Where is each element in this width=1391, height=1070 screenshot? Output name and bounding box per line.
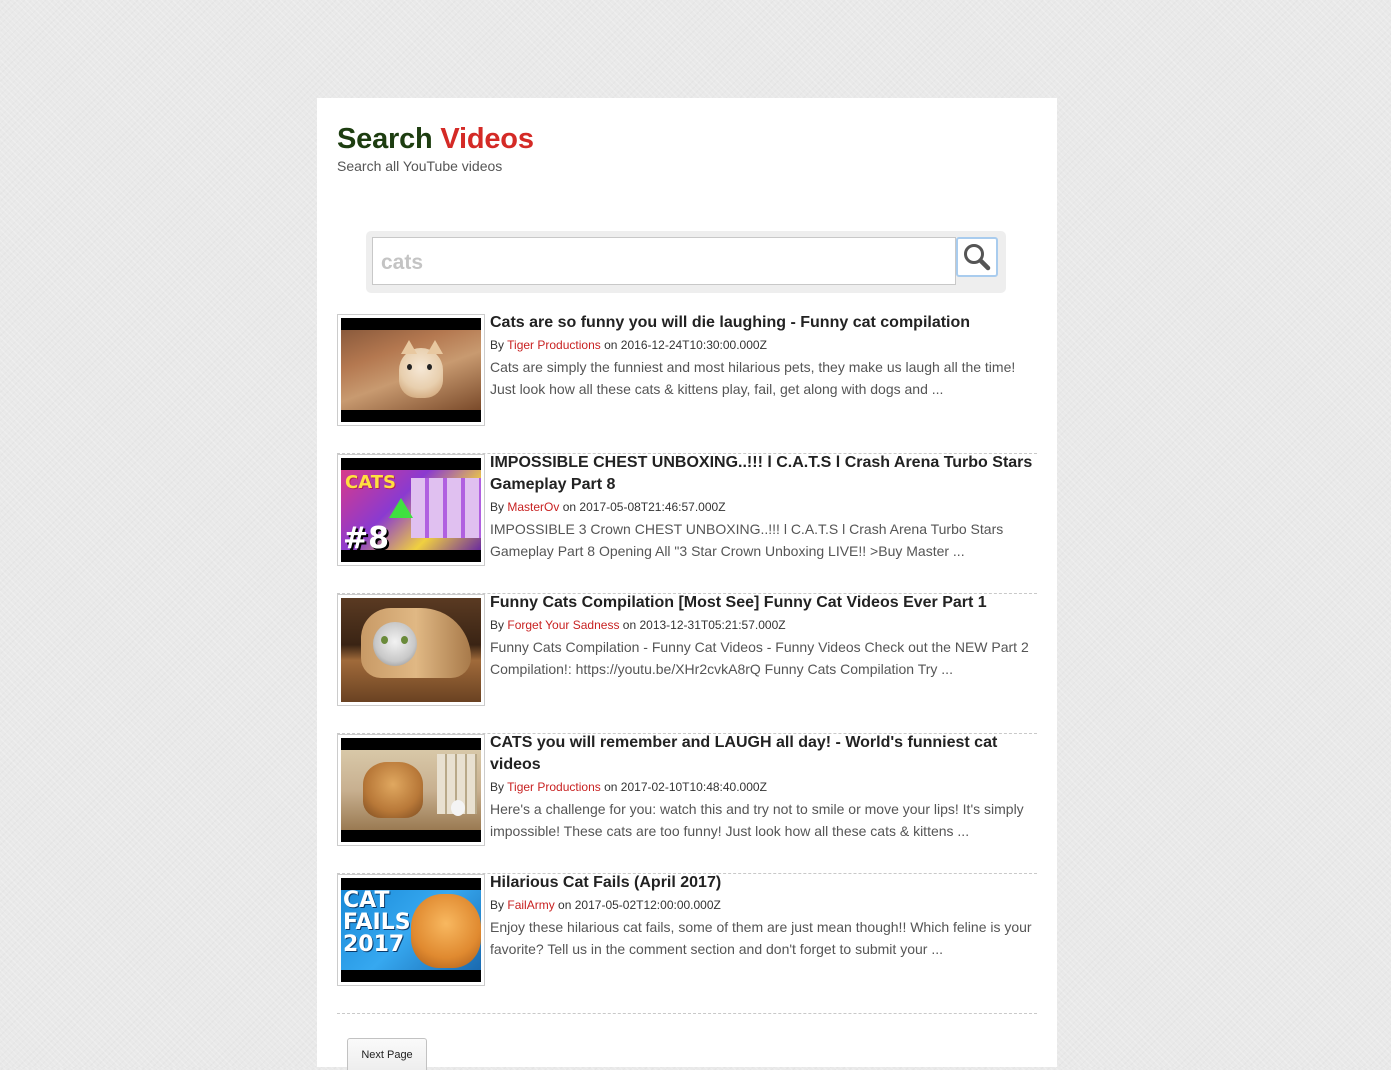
next-page-button[interactable]: Next Page	[347, 1038, 427, 1070]
search-button[interactable]	[956, 237, 998, 277]
by-label: By	[490, 898, 505, 912]
result-info: CATS you will remember and LAUGH all day…	[490, 734, 1037, 842]
result-item: CATS #8 IMPOSSIBLE CHEST UNBOXING..!!! l…	[337, 454, 1037, 594]
result-item: Funny Cats Compilation [Most See] Funny …	[337, 594, 1037, 734]
result-info: IMPOSSIBLE CHEST UNBOXING..!!! l C.A.T.S…	[490, 454, 1037, 562]
video-date: 2017-02-10T10:48:40.000Z	[620, 780, 767, 794]
video-meta: By Tiger Productions on 2017-02-10T10:48…	[490, 779, 1037, 795]
video-date: 2017-05-02T12:00:00.000Z	[574, 898, 721, 912]
video-thumbnail[interactable]	[337, 314, 485, 426]
video-title[interactable]: Hilarious Cat Fails (April 2017)	[490, 872, 1037, 894]
channel-link[interactable]: MasterOv	[507, 500, 559, 514]
result-item: CAT FAILS 2017 Hilarious Cat Fails (Apri…	[337, 874, 1037, 1014]
video-thumbnail[interactable]: CAT FAILS 2017	[337, 874, 485, 986]
video-description: Enjoy these hilarious cat fails, some of…	[490, 919, 1032, 957]
video-thumbnail[interactable]	[337, 734, 485, 846]
video-meta: By MasterOv on 2017-05-08T21:46:57.000Z	[490, 499, 1037, 515]
on-label: on	[558, 898, 572, 912]
video-thumbnail[interactable]: CATS #8	[337, 454, 485, 566]
video-date: 2016-12-24T10:30:00.000Z	[620, 338, 767, 352]
result-item: CATS you will remember and LAUGH all day…	[337, 734, 1037, 874]
channel-link[interactable]: Tiger Productions	[507, 780, 601, 794]
result-info: Cats are so funny you will die laughing …	[490, 314, 1037, 400]
by-label: By	[490, 780, 505, 794]
page-title: Search Videos	[337, 122, 534, 156]
on-label: on	[604, 338, 618, 352]
content-panel: Search Videos Search all YouTube videos	[317, 98, 1057, 1070]
page-subtitle: Search all YouTube videos	[337, 158, 503, 174]
results-list: Cats are so funny you will die laughing …	[337, 314, 1037, 1014]
video-description: Cats are simply the funniest and most hi…	[490, 359, 1016, 397]
video-description: IMPOSSIBLE 3 Crown CHEST UNBOXING..!!! l…	[490, 521, 1004, 559]
on-label: on	[562, 500, 577, 514]
search-icon	[964, 244, 991, 271]
search-input[interactable]	[372, 237, 956, 285]
video-meta: By Tiger Productions on 2016-12-24T10:30…	[490, 337, 1037, 353]
search-bar	[366, 231, 1006, 293]
video-title[interactable]: Cats are so funny you will die laughing …	[490, 312, 1037, 334]
video-meta: By FailArmy on 2017-05-02T12:00:00.000Z	[490, 897, 1037, 913]
video-title[interactable]: CATS you will remember and LAUGH all day…	[490, 732, 1037, 776]
page-header: Search Videos Search all YouTube videos	[337, 122, 534, 175]
by-label: By	[490, 618, 505, 632]
channel-link[interactable]: Forget Your Sadness	[507, 618, 619, 632]
thumbnail-caption-bottom: #8	[343, 521, 390, 550]
result-info: Hilarious Cat Fails (April 2017) By Fail…	[490, 874, 1037, 960]
page-title-part1: Search	[337, 123, 433, 155]
result-item: Cats are so funny you will die laughing …	[337, 314, 1037, 454]
channel-link[interactable]: Tiger Productions	[507, 338, 601, 352]
thumbnail-caption: CAT FAILS 2017	[343, 890, 411, 957]
result-info: Funny Cats Compilation [Most See] Funny …	[490, 594, 1037, 680]
video-meta: By Forget Your Sadness on 2013-12-31T05:…	[490, 617, 1037, 633]
video-description: Here's a challenge for you: watch this a…	[490, 801, 1024, 839]
video-date: 2017-05-08T21:46:57.000Z	[579, 500, 726, 514]
video-description: Funny Cats Compilation - Funny Cat Video…	[490, 639, 1029, 677]
video-title[interactable]: IMPOSSIBLE CHEST UNBOXING..!!! l C.A.T.S…	[490, 452, 1037, 496]
by-label: By	[490, 500, 505, 514]
video-title[interactable]: Funny Cats Compilation [Most See] Funny …	[490, 592, 1037, 614]
on-label: on	[622, 618, 637, 632]
channel-link[interactable]: FailArmy	[507, 898, 554, 912]
video-thumbnail[interactable]	[337, 594, 485, 706]
thumbnail-caption-top: CATS	[345, 472, 396, 493]
by-label: By	[490, 338, 505, 352]
video-date: 2013-12-31T05:21:57.000Z	[639, 618, 786, 632]
page-title-part2: Videos	[440, 123, 534, 155]
on-label: on	[604, 780, 618, 794]
